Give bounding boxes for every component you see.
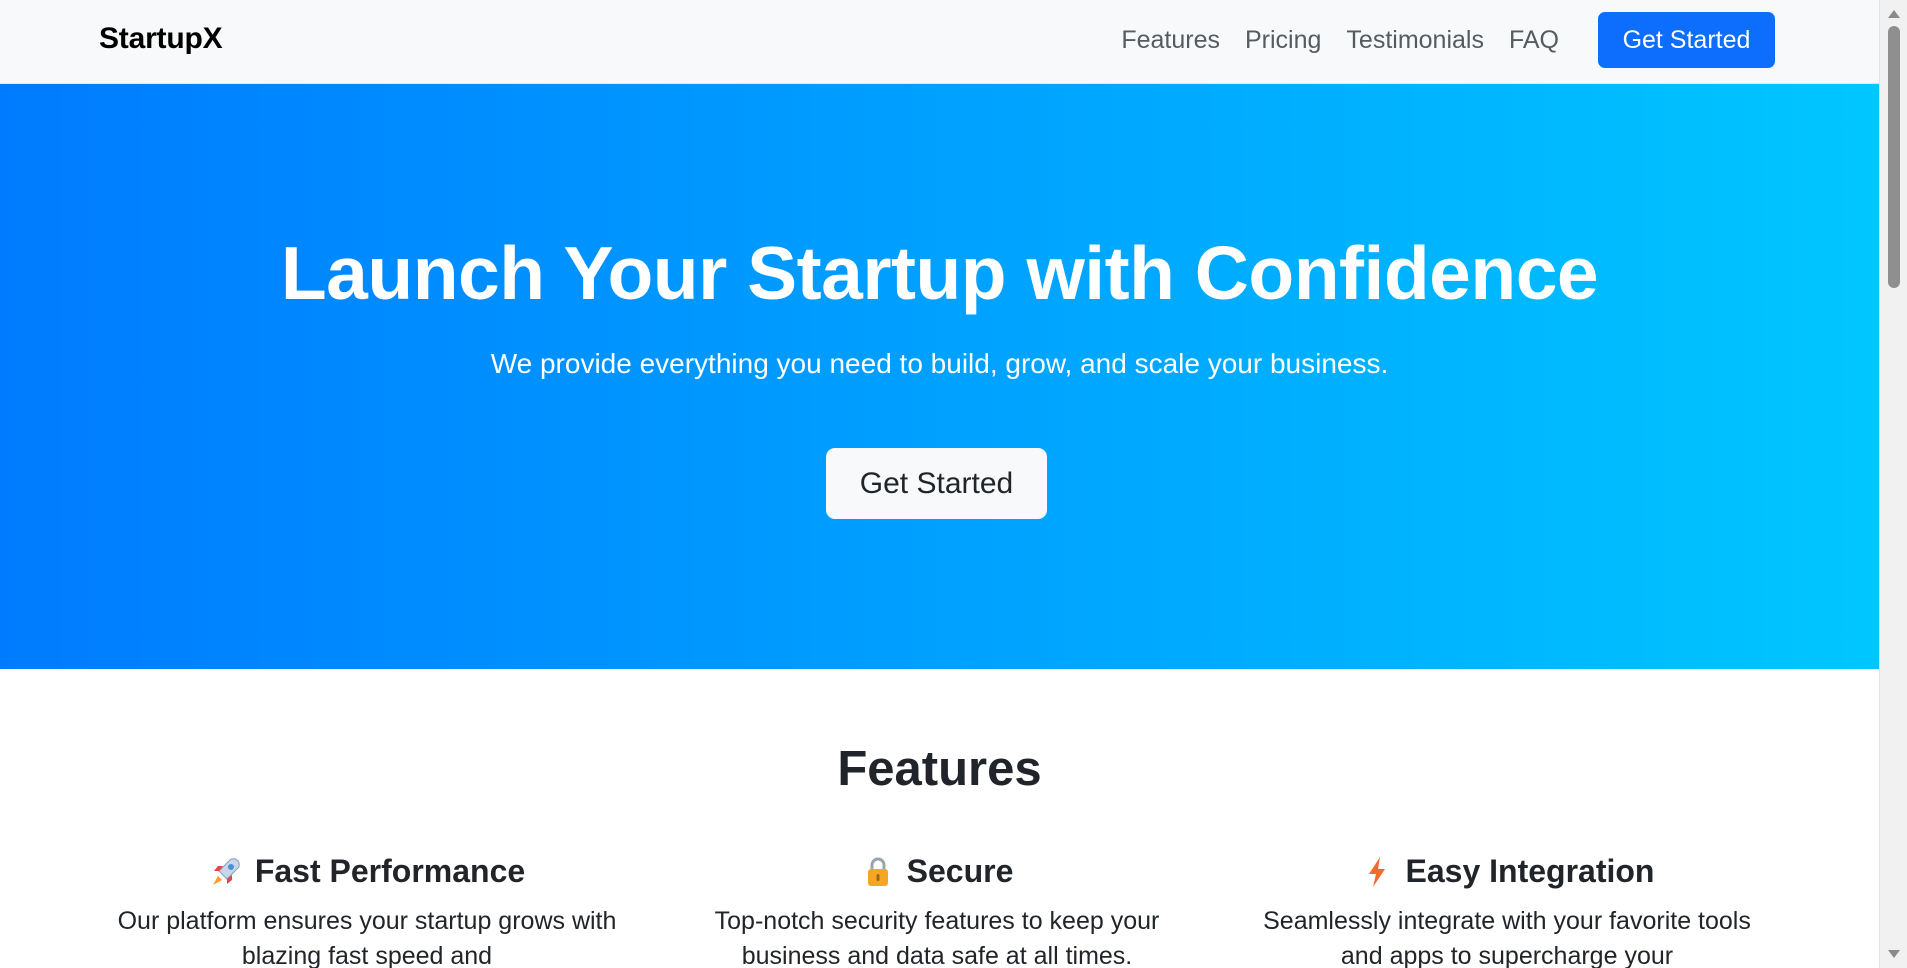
brand-logo[interactable]: StartupX [99,22,223,56]
feature-card-fast-performance: Fast Performance Our platform ensures yo… [87,853,647,968]
nav-link-pricing[interactable]: Pricing [1245,26,1321,55]
navbar: StartupX Features Pricing Testimonials F… [0,0,1879,84]
feature-title: Fast Performance [254,853,526,889]
feature-card-secure: Secure Top-notch security features to ke… [657,853,1217,968]
nav-get-started-button[interactable]: Get Started [1598,12,1775,68]
scroll-down-arrow-icon[interactable] [1888,950,1900,958]
hero-title: Launch Your Startup with Confidence [280,231,1599,315]
page: StartupX Features Pricing Testimonials F… [0,0,1879,968]
lock-icon [861,855,895,889]
feature-title: Secure [906,853,1014,889]
feature-header: Fast Performance [87,853,647,890]
features-heading: Features [837,742,1042,796]
nav-links: Features Pricing Testimonials FAQ [1121,26,1559,55]
lightning-icon [1360,855,1394,889]
scrollbar-thumb[interactable] [1888,26,1900,288]
vertical-scrollbar[interactable] [1879,0,1907,968]
scroll-up-arrow-icon[interactable] [1888,10,1900,18]
nav-link-testimonials[interactable]: Testimonials [1346,26,1484,55]
feature-card-easy-integration: Easy Integration Seamlessly integrate wi… [1227,853,1787,968]
nav-link-faq[interactable]: FAQ [1509,26,1559,55]
feature-title: Easy Integration [1405,853,1655,889]
hero-section: Launch Your Startup with Confidence We p… [0,84,1879,669]
rocket-icon [209,855,243,889]
nav-link-features[interactable]: Features [1121,26,1220,55]
feature-description: Our platform ensures your startup grows … [117,907,617,968]
feature-header: Secure [657,853,1217,890]
hero-get-started-button[interactable]: Get Started [826,448,1047,519]
feature-description: Seamlessly integrate with your favorite … [1263,907,1751,968]
hero-subtitle: We provide everything you need to build,… [490,348,1389,379]
feature-description: Top-notch security features to keep your… [714,907,1160,968]
features-section: Features Fast Performance Our platform e… [0,669,1879,968]
feature-header: Easy Integration [1227,853,1787,890]
